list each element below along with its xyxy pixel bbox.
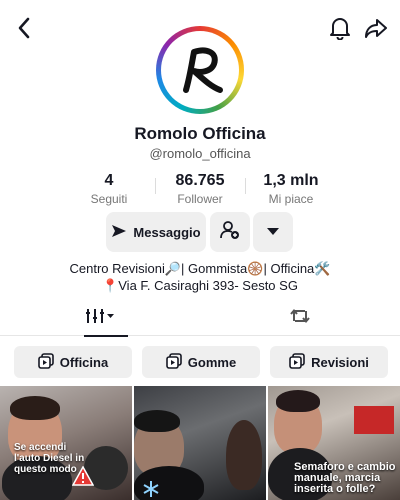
playlist-icon — [289, 352, 305, 372]
followers-label: Follower — [177, 192, 223, 206]
person-hair — [276, 390, 320, 412]
background-sign — [354, 406, 394, 434]
playlist-label: Revisioni — [311, 354, 369, 370]
person-hair — [134, 410, 180, 432]
chevron-left-icon[interactable] — [10, 14, 38, 42]
snowflake-icon — [143, 481, 159, 497]
display-name: Romolo Officina — [134, 124, 266, 143]
bell-icon[interactable] — [326, 14, 354, 42]
stat-following[interactable]: 4 Seguiti — [59, 172, 159, 206]
repost-icon — [289, 306, 311, 331]
playlist-officina[interactable]: Officina — [14, 346, 132, 378]
video-thumbnail[interactable] — [134, 386, 266, 500]
video-thumbnail[interactable]: Semaforo e cambio manuale, marcia inseri… — [268, 386, 400, 500]
profile-stats: 4 Seguiti 86.765 Follower 1,3 mln Mi pia… — [0, 172, 400, 206]
video-caption: Semaforo e cambio manuale, marcia inseri… — [294, 461, 396, 495]
avatar-logo — [161, 31, 239, 109]
playlist-icon — [165, 352, 182, 372]
following-count: 4 — [104, 172, 114, 189]
share-arrow-icon[interactable] — [362, 14, 390, 42]
person-hair — [10, 396, 60, 420]
video-grid: Se accendi l'auto Diesel in questo modo … — [0, 386, 400, 500]
playlist-revisioni[interactable]: Revisioni — [270, 346, 388, 378]
bio: Centro Revisioni🔎| Gommista🛞| Officina🛠️… — [0, 260, 400, 294]
message-button[interactable]: Messaggio — [106, 212, 206, 252]
person-figure — [226, 420, 262, 490]
bio-line: Centro Revisioni🔎| Gommista🛞| Officina🛠️ — [69, 261, 331, 276]
playlist-gomme[interactable]: Gomme — [142, 346, 260, 378]
send-icon — [111, 223, 127, 242]
likes-label: Mi piace — [268, 192, 314, 206]
active-tab-indicator — [84, 335, 128, 337]
message-button-label: Messaggio — [133, 224, 201, 240]
playlists-row: Officina Gomme Revisioni — [0, 346, 400, 378]
avatar[interactable] — [156, 26, 244, 114]
add-friend-button[interactable] — [210, 212, 250, 252]
username: @romolo_officina — [149, 146, 251, 161]
tab-videos[interactable] — [0, 300, 200, 337]
playlist-icon — [37, 352, 54, 372]
add-friend-icon — [220, 220, 240, 245]
video-thumbnail[interactable]: Se accendi l'auto Diesel in questo modo — [0, 386, 132, 500]
more-options-button[interactable] — [253, 212, 293, 252]
grid-filter-icon — [85, 307, 115, 330]
video-caption: Se accendi l'auto Diesel in questo modo — [14, 442, 85, 475]
profile-tabs — [0, 300, 400, 337]
caret-down-icon — [267, 223, 279, 241]
followers-count: 86.765 — [175, 172, 225, 189]
playlist-label: Officina — [59, 354, 109, 370]
profile-actions: Messaggio — [0, 212, 400, 254]
likes-count: 1,3 mln — [263, 172, 319, 189]
stat-likes[interactable]: 1,3 mln Mi piace — [241, 172, 341, 206]
tab-reposts[interactable] — [200, 300, 400, 336]
following-label: Seguiti — [90, 192, 128, 206]
playlist-label: Gomme — [187, 354, 237, 370]
bio-line: 📍Via F. Casiraghi 393- Sesto SG — [102, 278, 298, 293]
stat-followers[interactable]: 86.765 Follower — [150, 172, 250, 206]
